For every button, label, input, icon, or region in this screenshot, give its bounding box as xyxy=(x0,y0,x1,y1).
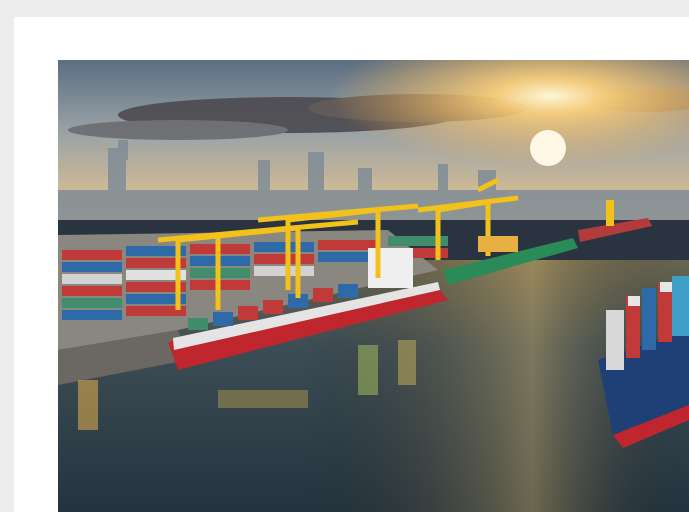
port-illustration xyxy=(58,60,689,512)
sun xyxy=(530,130,566,166)
port-photo xyxy=(58,60,689,512)
page xyxy=(0,0,689,512)
